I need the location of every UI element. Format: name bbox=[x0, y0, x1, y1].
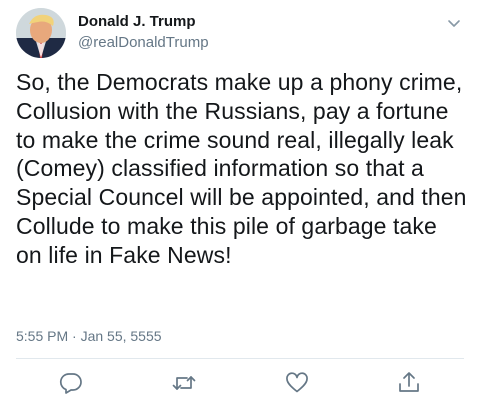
retweet-icon[interactable] bbox=[171, 370, 197, 396]
tweet-actions bbox=[0, 370, 480, 400]
user-names: Donald J. Trump @realDonaldTrump bbox=[78, 12, 209, 53]
like-icon[interactable] bbox=[284, 370, 310, 396]
divider bbox=[16, 358, 464, 359]
avatar[interactable] bbox=[16, 8, 66, 58]
tweet-timestamp[interactable]: 5:55 PM · Jan 55, 5555 bbox=[16, 327, 162, 345]
reply-icon[interactable] bbox=[58, 370, 84, 396]
chevron-down-icon[interactable] bbox=[444, 14, 464, 34]
share-icon[interactable] bbox=[396, 370, 422, 396]
user-handle[interactable]: @realDonaldTrump bbox=[78, 33, 209, 53]
avatar-image bbox=[16, 8, 66, 58]
tweet-card: Donald J. Trump @realDonaldTrump So, the… bbox=[0, 0, 480, 410]
tweet-text: So, the Democrats make up a phony crime,… bbox=[16, 69, 467, 268]
tweet-header: Donald J. Trump @realDonaldTrump bbox=[16, 8, 464, 66]
display-name[interactable]: Donald J. Trump bbox=[78, 12, 209, 32]
